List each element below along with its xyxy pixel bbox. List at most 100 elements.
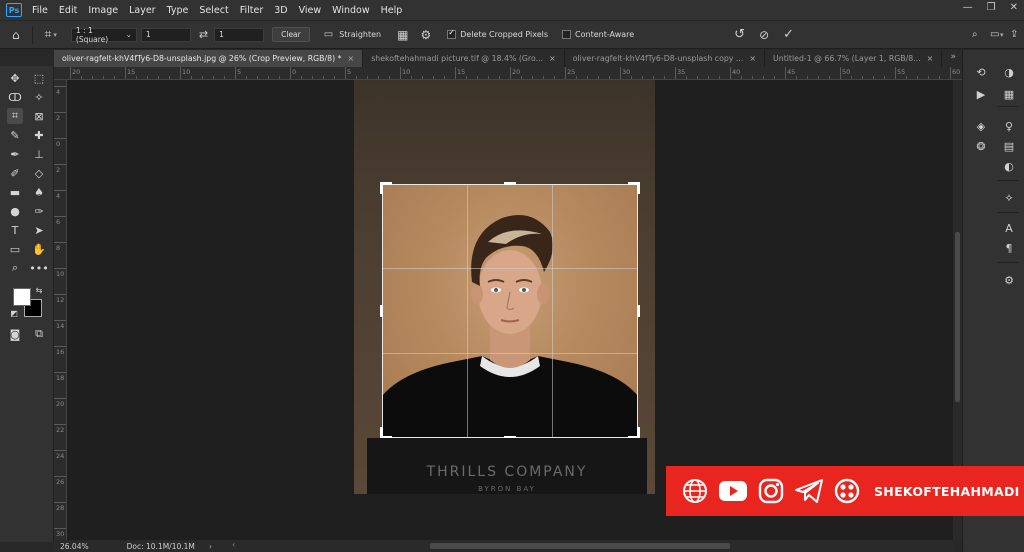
width-input[interactable]: 1 — [140, 27, 191, 42]
crop-handle-top-right[interactable] — [637, 182, 640, 194]
properties-icon[interactable]: ⚙ — [1001, 272, 1017, 288]
search-icon[interactable]: ⌕ — [972, 29, 978, 40]
chevron-down-icon[interactable]: ▾ — [1000, 31, 1004, 39]
frame-tool-icon[interactable]: ⊠ — [31, 108, 47, 124]
swatches-grid-icon[interactable]: ▦ — [1001, 86, 1017, 102]
blur-tool-icon[interactable]: ♠ — [31, 184, 47, 200]
menu-type[interactable]: Type — [167, 5, 189, 16]
dodge-tool-icon[interactable]: ● — [7, 203, 23, 219]
share-icon[interactable]: ⇪ — [1010, 29, 1018, 40]
clear-button[interactable]: Clear — [272, 27, 310, 42]
stamp-tool-icon[interactable]: ⊥ — [31, 146, 47, 162]
lasso-tool-icon[interactable]: ↀ — [7, 89, 23, 105]
default-colors-icon[interactable]: ◩ — [9, 308, 19, 318]
adjustments-icon[interactable]: ◐ — [1001, 158, 1017, 174]
vertical-scroll-thumb[interactable] — [955, 232, 960, 402]
tab-document-1[interactable]: oliver-ragfelt-khV4fTy6-D8-unsplash.jpg … — [54, 50, 364, 67]
zoom-tool-icon[interactable]: ⌕ — [7, 260, 23, 276]
height-input[interactable]: 1 — [214, 27, 265, 42]
history-brush-tool-icon[interactable]: ✐ — [7, 165, 23, 181]
grid-overlay-icon[interactable]: ▦ — [397, 28, 408, 42]
tab-document-3[interactable]: oliver-ragfelt-khV4fTy6-D8-unsplash copy… — [564, 50, 766, 67]
foreground-color-swatch[interactable] — [13, 288, 31, 306]
move-tool-icon[interactable]: ✥ — [7, 70, 23, 86]
crop-handle-top[interactable] — [504, 182, 516, 185]
chevron-right-icon[interactable]: › — [209, 542, 212, 551]
paragraph-icon[interactable]: ¶ — [1001, 240, 1017, 256]
gradient-tool-icon[interactable]: ▬ — [7, 184, 23, 200]
pen-tool-icon[interactable]: ✑ — [31, 203, 47, 219]
menu-view[interactable]: View — [299, 5, 322, 16]
color-icon[interactable]: ◑ — [1001, 64, 1017, 80]
tab-document-2[interactable]: shekoftehahmadi picture.tif @ 18.4% (Gro… — [363, 50, 565, 67]
scroll-left-icon[interactable]: ‹ — [232, 540, 235, 549]
home-icon[interactable]: ⌂ — [12, 28, 20, 42]
ruler-left[interactable]: 4 2 0 2 4 6 8 10 12 14 16 18 20 22 24 26 28 30 — [54, 80, 67, 540]
content-aware-checkbox[interactable]: Content-Aware — [562, 30, 634, 39]
magic-wand-tool-icon[interactable]: ✧ — [31, 89, 47, 105]
hand-tool-icon[interactable]: ✋ — [31, 241, 47, 257]
menu-filter[interactable]: Filter — [240, 5, 264, 16]
character-icon[interactable]: A — [1001, 220, 1017, 236]
ruler-tick — [92, 76, 93, 79]
close-icon[interactable]: × — [927, 54, 934, 63]
menu-window[interactable]: Window — [332, 5, 369, 16]
crop-border[interactable] — [382, 184, 638, 438]
menu-help[interactable]: Help — [381, 5, 403, 16]
actions-play-icon[interactable]: ▶ — [973, 86, 989, 102]
eyedropper-tool-icon[interactable]: ✎ — [7, 127, 23, 143]
minimize-button[interactable]: — — [963, 2, 973, 13]
horizontal-scrollbar[interactable]: ‹ — [232, 540, 953, 552]
close-icon[interactable]: × — [348, 54, 355, 63]
straighten-label[interactable]: Straighten — [339, 30, 381, 39]
cancel-icon[interactable]: ⊘ — [759, 28, 769, 42]
close-icon[interactable]: × — [749, 54, 756, 63]
brush-tool-icon[interactable]: ✒ — [7, 146, 23, 162]
quick-mask-icon[interactable]: ◙ — [7, 326, 23, 342]
screen-mode-icon[interactable]: ⧉ — [31, 326, 47, 342]
straighten-icon[interactable]: ▭ — [324, 29, 333, 40]
zoom-level[interactable]: 26.04% — [60, 542, 89, 551]
tab-overflow-icon[interactable]: » — [950, 52, 956, 62]
path-selection-tool-icon[interactable]: ➤ — [31, 222, 47, 238]
crop-tool-icon[interactable]: ⌗ — [45, 27, 52, 42]
channels-icon[interactable]: ❂ — [973, 138, 989, 154]
swap-icon[interactable]: ⇄ — [199, 28, 208, 41]
menu-3d[interactable]: 3D — [274, 5, 287, 16]
delete-cropped-checkbox[interactable]: Delete Cropped Pixels — [447, 28, 548, 39]
ruler-top[interactable]: 20 15 10 5 0 5 10 15 20 25 30 35 40 45 50 55 60 — [54, 67, 962, 80]
commit-check-icon[interactable]: ✓ — [783, 27, 794, 42]
rectangle-tool-icon[interactable]: ▭ — [7, 241, 23, 257]
ratio-select[interactable]: 1 : 1 (Square) ⌄ — [70, 26, 137, 44]
layers-icon[interactable]: ◈ — [973, 118, 989, 134]
undo-icon[interactable]: ↺ — [734, 27, 745, 42]
healing-tool-icon[interactable]: ✚ — [31, 127, 47, 143]
crop-handle-right[interactable] — [637, 305, 640, 317]
horizontal-scroll-thumb[interactable] — [430, 543, 730, 549]
workspace-icon[interactable]: ▭ — [990, 29, 999, 40]
restore-button[interactable]: ❐ — [987, 2, 996, 13]
menu-file[interactable]: File — [32, 5, 48, 16]
type-tool-icon[interactable]: T — [7, 222, 23, 238]
close-button[interactable]: ✕ — [1010, 2, 1018, 13]
eraser-tool-icon[interactable]: ◇ — [31, 165, 47, 181]
menu-layer[interactable]: Layer — [129, 5, 156, 16]
swap-colors-icon[interactable]: ⇆ — [34, 285, 44, 295]
chevron-down-icon[interactable]: ▾ — [53, 31, 57, 39]
marquee-tool-icon[interactable]: ⬚ — [31, 70, 47, 86]
learn-lightbulb-icon[interactable]: ♀ — [1001, 118, 1017, 134]
menu-select[interactable]: Select — [199, 5, 228, 16]
crop-tool-icon[interactable]: ⌗ — [7, 108, 23, 124]
history-icon[interactable]: ⟲ — [973, 64, 989, 80]
crop-handle-left[interactable] — [380, 305, 383, 317]
tab-document-4[interactable]: Untitled-1 @ 66.7% (Layer 1, RGB/8... × — [765, 50, 943, 67]
libraries-icon[interactable]: ▤ — [1001, 138, 1017, 154]
menu-image[interactable]: Image — [88, 5, 118, 16]
gear-icon[interactable]: ⚙ — [420, 28, 431, 42]
close-icon[interactable]: × — [549, 54, 556, 63]
menu-edit[interactable]: Edit — [59, 5, 77, 16]
crop-handle-top-left[interactable] — [380, 182, 383, 194]
more-tools-icon[interactable]: ••• — [29, 260, 48, 276]
ruler-tick — [774, 76, 775, 79]
paths-icon[interactable]: ⟡ — [1001, 190, 1017, 206]
